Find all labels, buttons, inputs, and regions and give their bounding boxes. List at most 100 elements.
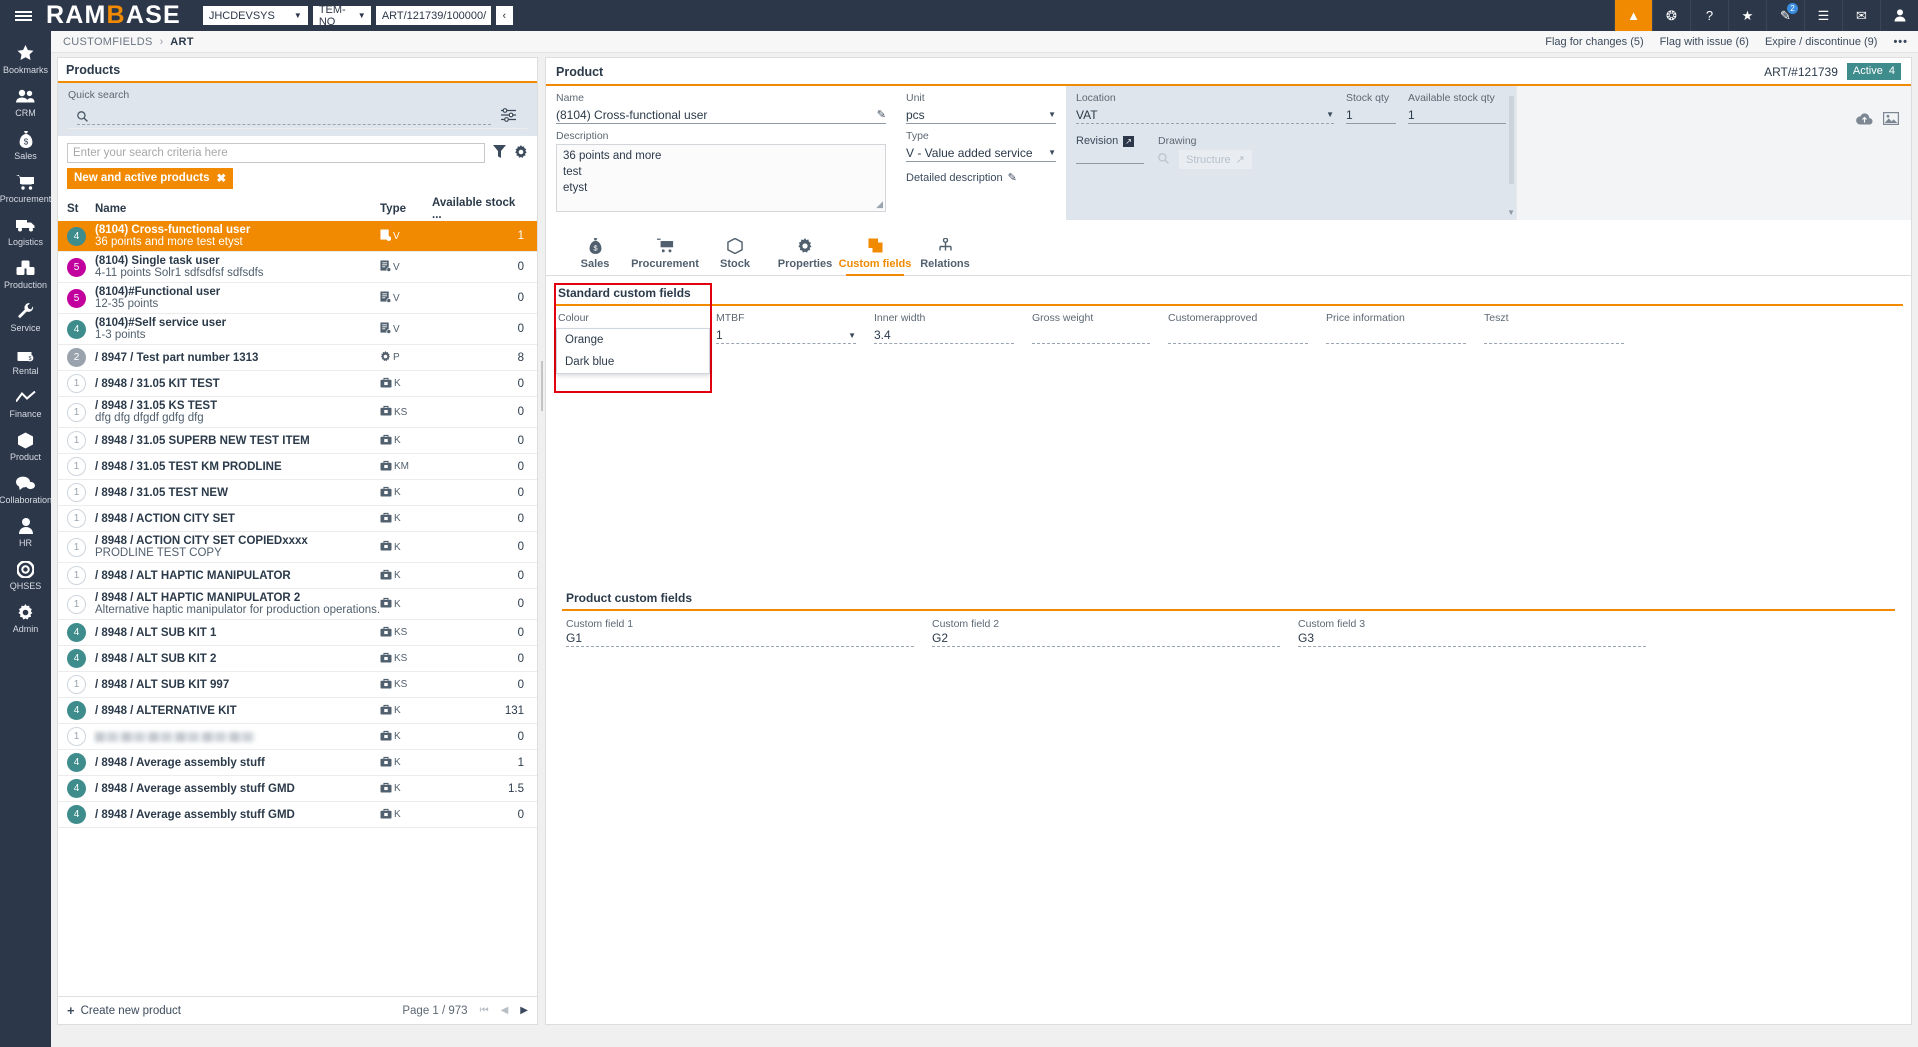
sidebar-item-rental[interactable]: $ Rental xyxy=(0,338,51,381)
sidebar-item-collaboration[interactable]: Collaboration xyxy=(0,467,51,510)
sidebar-item-service[interactable]: Service xyxy=(0,295,51,338)
custom-field-input[interactable] xyxy=(1168,327,1308,344)
quick-search-input[interactable] xyxy=(77,108,491,125)
table-row[interactable]: 4(8104) Cross-functional user36 points a… xyxy=(58,221,537,252)
table-row[interactable]: 4/ 8948 / ALT SUB KIT 1KS0 xyxy=(58,620,537,646)
sidebar-item-admin[interactable]: Admin xyxy=(0,596,51,639)
custom-field-input[interactable] xyxy=(1484,327,1624,344)
sidebar-item-production[interactable]: Production xyxy=(0,252,51,295)
table-row[interactable]: 1K0 xyxy=(58,724,537,750)
more-actions-icon[interactable]: ••• xyxy=(1893,36,1908,48)
clock-icon[interactable]: ❂ xyxy=(1652,0,1690,31)
breadcrumb-parent[interactable]: CUSTOMFIELDS xyxy=(63,36,153,48)
sidebar-item-crm[interactable]: CRM xyxy=(0,80,51,123)
table-row[interactable]: 1/ 8948 / ALT HAPTIC MANIPULATORK0 xyxy=(58,563,537,589)
table-row[interactable]: 4/ 8948 / Average assembly stuff GMDK0 xyxy=(58,802,537,828)
table-row[interactable]: 1/ 8948 / ACTION CITY SET COPIEDxxxxPROD… xyxy=(58,532,537,563)
table-row[interactable]: 5(8104)#Functional user12-35 pointsV0 xyxy=(58,283,537,314)
name-field[interactable]: (8104) Cross-functional user ✎ xyxy=(556,106,886,124)
product-custom-field-input[interactable]: G1 xyxy=(566,630,914,647)
custom-field-input[interactable] xyxy=(1032,327,1150,344)
tab-sales[interactable]: $ Sales xyxy=(560,234,630,275)
dropdown-option[interactable]: Dark blue xyxy=(557,351,709,373)
back-button[interactable]: ‹ xyxy=(496,6,513,25)
sidebar-item-qhses[interactable]: QHSES xyxy=(0,553,51,596)
dropdown-option[interactable]: Orange xyxy=(557,329,709,351)
resize-grip-icon[interactable]: ◢ xyxy=(876,198,883,210)
art-path-field[interactable]: ART/121739/100000/ xyxy=(376,6,491,25)
tab-stock[interactable]: Stock xyxy=(700,234,770,275)
table-row[interactable]: 4/ 8948 / Average assembly stuff GMDK1.5 xyxy=(58,776,537,802)
temno-selector[interactable]: TEM-NO ▼ xyxy=(313,6,371,25)
location-select[interactable]: VAT ▼ xyxy=(1076,106,1334,124)
available-stock-field[interactable]: 1 xyxy=(1408,106,1506,124)
table-row[interactable]: 1/ 8948 / ACTION CITY SETK0 xyxy=(58,506,537,532)
sidebar-item-bookmarks[interactable]: Bookmarks xyxy=(0,37,51,80)
table-row[interactable]: 1/ 8948 / ALT HAPTIC MANIPULATOR 2Altern… xyxy=(58,589,537,620)
user-profile-icon[interactable] xyxy=(1880,0,1918,31)
image-placeholder-icon[interactable] xyxy=(1883,112,1899,128)
location-scrollbar-thumb[interactable] xyxy=(1509,96,1514,184)
panel-splitter-handle[interactable] xyxy=(540,361,544,411)
table-row[interactable]: 1/ 8948 / 31.05 TEST NEWK0 xyxy=(58,480,537,506)
type-select[interactable]: V - Value added service ▼ xyxy=(906,144,1056,162)
colour-dropdown-list[interactable]: OrangeDark blue xyxy=(556,328,710,374)
next-page-icon[interactable]: ▶ xyxy=(520,1005,528,1016)
drawing-search-icon[interactable] xyxy=(1158,153,1169,167)
tab-properties[interactable]: Properties xyxy=(770,234,840,275)
table-row[interactable]: 1/ 8948 / 31.05 SUPERB NEW TEST ITEMK0 xyxy=(58,428,537,454)
filter-chip-new-and-active[interactable]: New and active products ✖ xyxy=(67,168,233,189)
table-row[interactable]: 4(8104)#Self service user1-3 pointsV0 xyxy=(58,314,537,345)
table-row[interactable]: 4/ 8948 / ALTERNATIVE KITK131 xyxy=(58,698,537,724)
sidebar-item-procurement[interactable]: Procurement xyxy=(0,166,51,209)
first-page-icon[interactable]: ⏮ xyxy=(480,1005,489,1016)
expire-discontinue-action[interactable]: Expire / discontinue (9) xyxy=(1765,36,1878,48)
scroll-down-icon[interactable]: ▼ xyxy=(1507,208,1515,217)
flag-for-changes-action[interactable]: Flag for changes (5) xyxy=(1545,36,1643,48)
table-row[interactable]: 1/ 8948 / 31.05 TEST KM PRODLINEKM0 xyxy=(58,454,537,480)
tab-custom-fields[interactable]: Custom fields xyxy=(840,234,910,275)
prev-page-icon[interactable]: ◀ xyxy=(501,1005,509,1016)
tab-procurement[interactable]: Procurement xyxy=(630,234,700,275)
notes-pen-icon[interactable]: ✎ 2 xyxy=(1766,0,1804,31)
table-row[interactable]: 4/ 8948 / Average assembly stuffK1 xyxy=(58,750,537,776)
system-selector[interactable]: JHCDEVSYS ▼ xyxy=(203,6,308,25)
filter-sliders-icon[interactable] xyxy=(491,108,518,125)
product-list[interactable]: 4(8104) Cross-functional user36 points a… xyxy=(58,221,537,996)
sidebar-item-product[interactable]: Product xyxy=(0,424,51,467)
status-badge[interactable]: Active 4 xyxy=(1847,63,1901,80)
custom-field-input[interactable]: 3.4 xyxy=(874,327,1014,344)
product-custom-field-input[interactable]: G2 xyxy=(932,630,1280,647)
tab-relations[interactable]: Relations xyxy=(910,234,980,275)
settings-gear-icon[interactable] xyxy=(514,145,528,162)
table-row[interactable]: 5(8104) Single task user4-11 points Solr… xyxy=(58,252,537,283)
custom-field-input[interactable] xyxy=(1326,327,1466,344)
revision-field[interactable] xyxy=(1076,147,1144,164)
search-input[interactable] xyxy=(67,143,485,163)
stock-qty-field[interactable]: 1 xyxy=(1346,106,1396,124)
description-field[interactable]: 36 points and more test etyst ◢ xyxy=(556,144,886,212)
list-menu-icon[interactable]: ☰ xyxy=(1804,0,1842,31)
funnel-filter-icon[interactable] xyxy=(493,145,506,161)
revision-label-link[interactable]: Revision ↗ xyxy=(1076,135,1144,147)
cloud-upload-icon[interactable] xyxy=(1856,112,1873,128)
sidebar-item-finance[interactable]: Finance xyxy=(0,381,51,424)
structure-button[interactable]: Structure ↗ xyxy=(1179,150,1252,169)
sidebar-item-sales[interactable]: $ Sales xyxy=(0,123,51,166)
close-icon[interactable]: ✖ xyxy=(216,171,226,185)
sidebar-item-hr[interactable]: HR xyxy=(0,510,51,553)
sidebar-item-logistics[interactable]: Logistics xyxy=(0,209,51,252)
product-custom-field-input[interactable]: G3 xyxy=(1298,630,1646,647)
table-row[interactable]: 4/ 8948 / ALT SUB KIT 2KS0 xyxy=(58,646,537,672)
favorites-star-icon[interactable]: ★ xyxy=(1728,0,1766,31)
table-row[interactable]: 2/ 8947 / Test part number 1313P8 xyxy=(58,345,537,371)
create-new-product-button[interactable]: + Create new product xyxy=(67,1003,181,1018)
edit-pencil-icon[interactable]: ✎ xyxy=(877,108,886,121)
unit-select[interactable]: pcs ▼ xyxy=(906,106,1056,124)
table-row[interactable]: 1/ 8948 / 31.05 KS TESTdfg dfg dfgdf gdf… xyxy=(58,397,537,428)
mail-icon[interactable]: ✉ xyxy=(1842,0,1880,31)
detailed-description-link[interactable]: Detailed description ✎ xyxy=(906,171,1056,184)
menu-hamburger-icon[interactable] xyxy=(0,0,46,31)
help-icon[interactable]: ? xyxy=(1690,0,1728,31)
table-row[interactable]: 1/ 8948 / 31.05 KIT TESTK0 xyxy=(58,371,537,397)
